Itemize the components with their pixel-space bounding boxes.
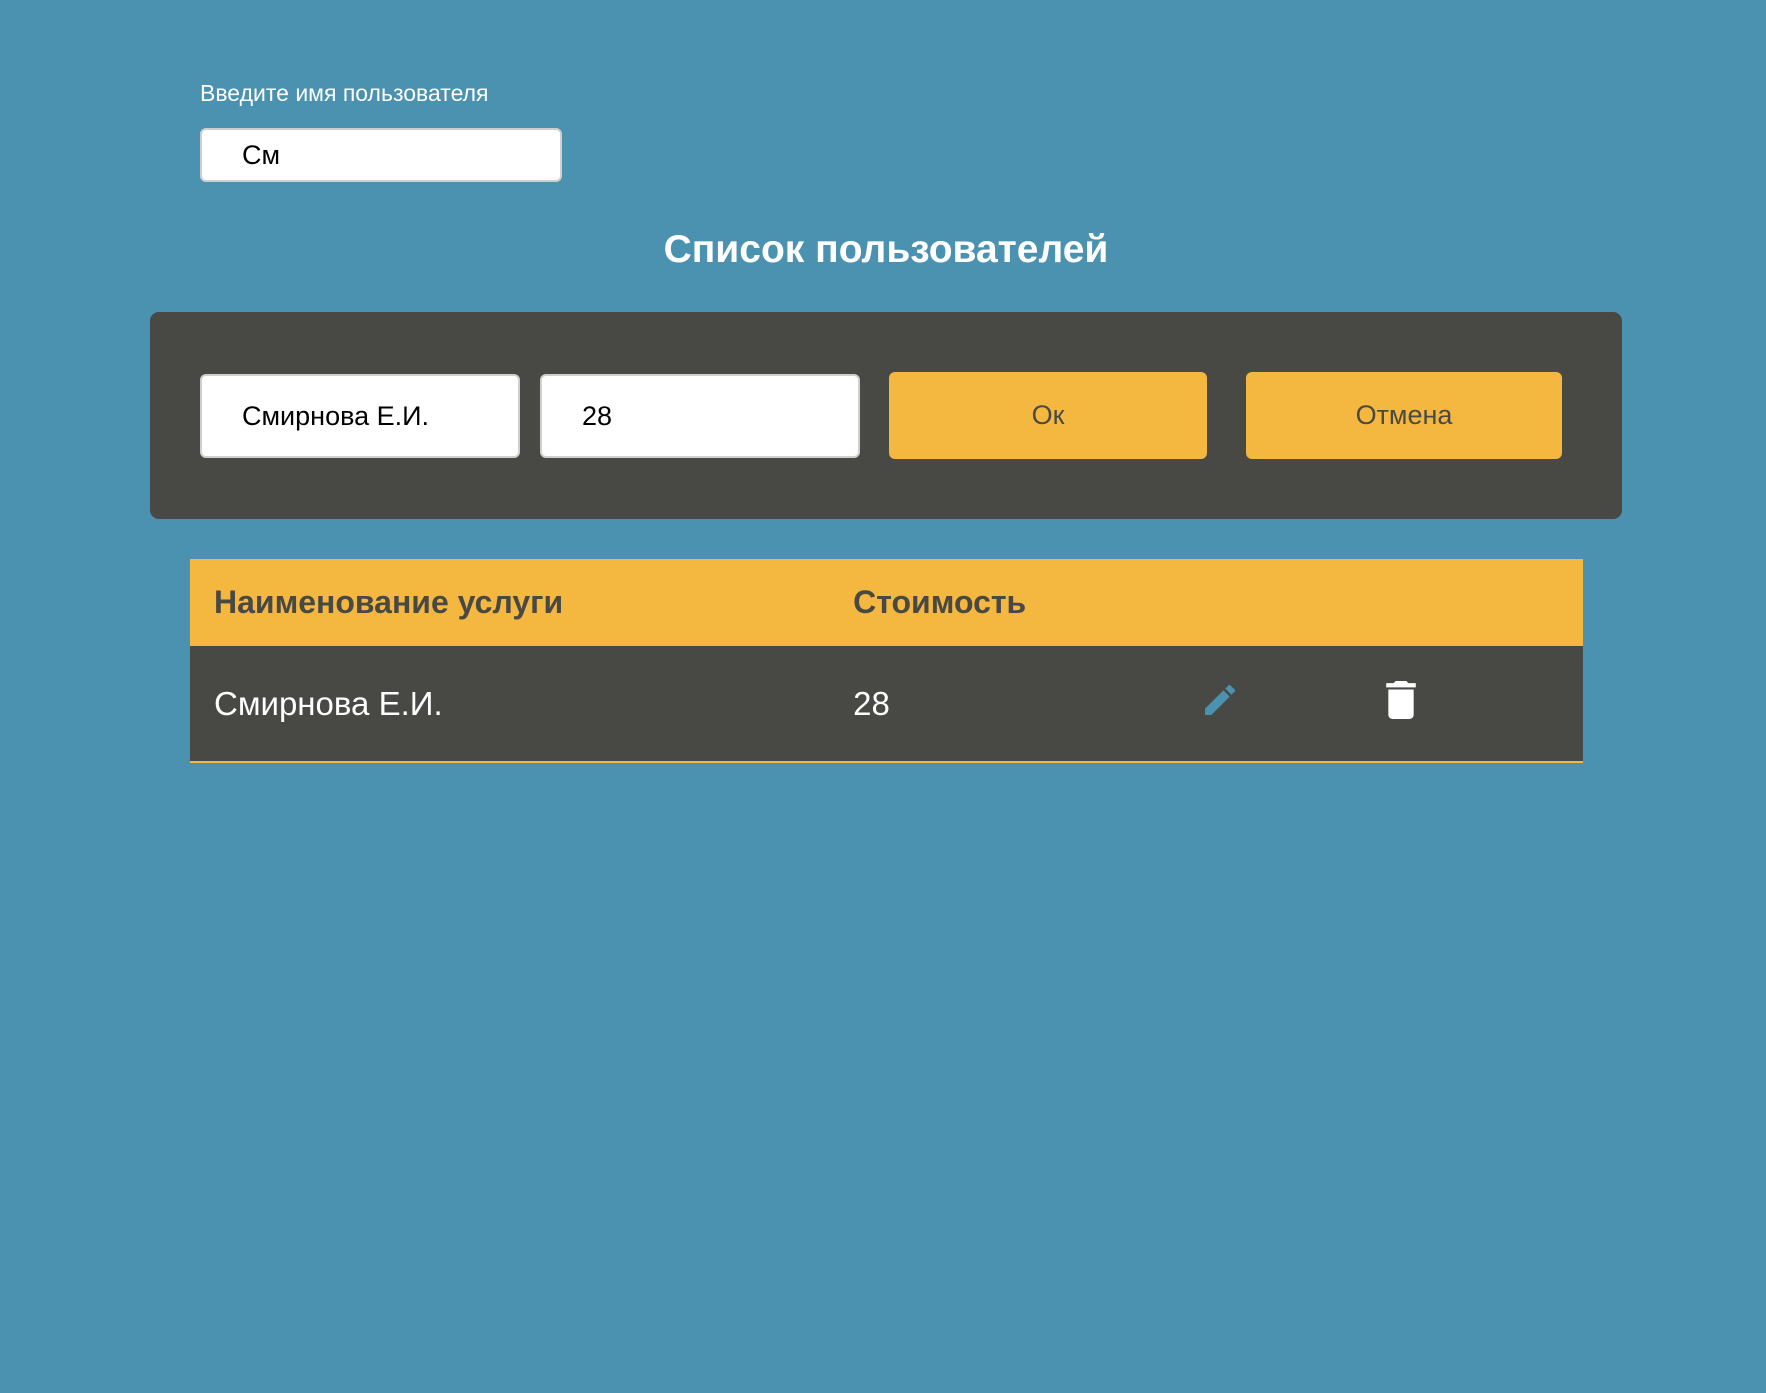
header-name: Наименование услуги [214,584,564,620]
search-input[interactable] [200,128,562,182]
table-row: Смирнова Е.И. 28 [190,646,1583,762]
row-delete-cell [1386,646,1583,762]
trash-icon[interactable] [1386,680,1417,719]
table-header-row: Наименование услуги Стоимость [190,559,1583,646]
row-cost: 28 [853,684,890,722]
users-table: Наименование услуги Стоимость Смирнова Е… [190,559,1583,763]
ok-button[interactable]: Ок [889,372,1207,459]
row-name: Смирнова Е.И. [214,684,443,722]
header-cost: Стоимость [853,584,1027,620]
header-delete [1386,559,1583,646]
cancel-button[interactable]: Отмена [1246,372,1562,459]
name-field[interactable] [200,374,520,458]
edit-panel: Ок Отмена [150,312,1622,519]
pencil-icon[interactable] [1200,680,1240,720]
search-label: Введите имя пользователя [200,80,489,106]
cost-field[interactable] [540,374,860,458]
row-edit-cell [1200,646,1386,762]
header-edit [1200,559,1386,646]
page-title: Список пользователей [663,228,1109,271]
